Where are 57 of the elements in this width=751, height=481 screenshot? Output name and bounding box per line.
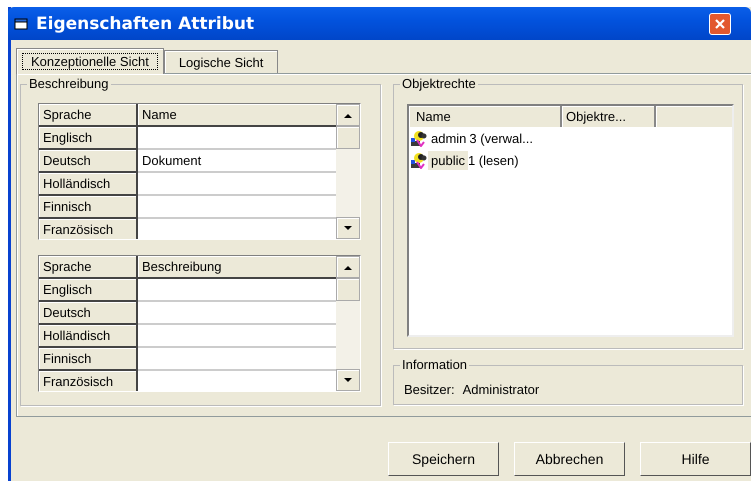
scroll-down-button[interactable] (336, 369, 360, 391)
scroll-thumb[interactable] (336, 126, 360, 149)
down-arrow-icon (344, 226, 352, 230)
list-item[interactable]: public (428, 150, 468, 170)
row-header: Holländisch (39, 325, 138, 348)
field-label: Besitzer: (404, 382, 455, 397)
row-header: Holländisch (39, 173, 138, 196)
list-cell-text: 1 (lesen) (468, 152, 520, 168)
column-header[interactable]: Beschreibung (138, 256, 336, 279)
column-header[interactable]: Objektre... (562, 106, 656, 127)
dialog-button[interactable]: Abbrechen (514, 442, 625, 476)
scroll-down-button[interactable] (336, 217, 360, 239)
list-cell-text: 3 (verwal... (469, 130, 534, 146)
tab[interactable]: Konzeptionelle Sicht (16, 48, 164, 74)
scrollbar[interactable] (336, 256, 360, 391)
group-title: Beschreibung (27, 76, 110, 92)
row-header: Englisch (39, 127, 138, 150)
down-arrow-icon (344, 378, 352, 382)
dialog-button[interactable]: Speichern (388, 442, 499, 476)
up-arrow-icon (344, 264, 352, 270)
scrollbar[interactable] (336, 104, 360, 239)
table-cell[interactable] (138, 325, 336, 348)
row-header: Finnisch (39, 196, 138, 219)
window-title: Eigenschaften Attribut (36, 14, 256, 34)
scroll-thumb[interactable] (336, 278, 360, 301)
column-header[interactable]: Name (138, 104, 336, 127)
table-cell[interactable]: Dokument (138, 150, 336, 173)
table-cell[interactable] (138, 196, 336, 219)
row-header: Französisch (39, 371, 138, 391)
table-cell[interactable] (138, 279, 336, 302)
row-header: Finnisch (39, 348, 138, 371)
users-icon (411, 130, 428, 146)
column-header[interactable]: Sprache (39, 256, 138, 279)
table-cell[interactable] (138, 302, 336, 325)
dialog-button[interactable]: Hilfe (640, 442, 751, 476)
row-header: Deutsch (39, 150, 138, 173)
list-item[interactable]: admin (428, 128, 470, 148)
up-arrow-icon (344, 112, 352, 118)
column-header[interactable]: Name (409, 106, 562, 127)
table-cell[interactable] (138, 127, 336, 150)
row-header: Französisch (39, 219, 138, 239)
close-icon (714, 18, 726, 30)
window-icon (14, 18, 28, 30)
users-icon (411, 152, 428, 168)
scroll-up-button[interactable] (336, 256, 360, 278)
row-header: Englisch (39, 279, 138, 302)
scroll-up-button[interactable] (336, 104, 360, 126)
table-cell[interactable] (138, 348, 336, 371)
group-title: Objektrechte (400, 76, 478, 92)
table-cell[interactable] (138, 173, 336, 196)
table-cell[interactable] (138, 371, 336, 391)
row-header: Deutsch (39, 302, 138, 325)
table-cell[interactable] (138, 219, 336, 239)
field-value: Administrator (462, 382, 540, 397)
tab[interactable]: Logische Sicht (164, 50, 278, 73)
close-button[interactable] (709, 12, 731, 34)
column-header[interactable]: Sprache (39, 104, 138, 127)
